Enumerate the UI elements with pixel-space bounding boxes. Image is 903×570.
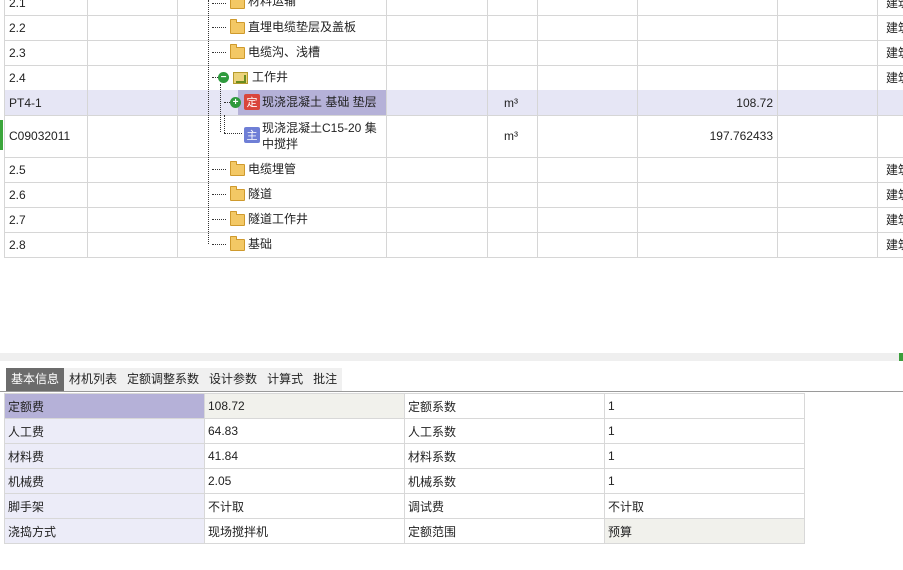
prop-value[interactable]: 1 xyxy=(604,443,805,469)
prop-label: 定额范围 xyxy=(404,518,605,544)
code-cell: C09032011 xyxy=(4,115,88,157)
prop-label: 材料费 xyxy=(4,443,205,469)
prop-value[interactable]: 1 xyxy=(604,468,805,494)
prop-label: 人工系数 xyxy=(404,418,605,444)
folder-icon xyxy=(230,236,245,251)
prop-value[interactable]: 2.05 xyxy=(204,468,405,494)
prop-label: 人工费 xyxy=(4,418,205,444)
code-cell: 2.7 xyxy=(4,207,88,232)
name-cell[interactable]: 电缆埋管 xyxy=(178,157,387,182)
type-cell: 建筑 xyxy=(878,232,903,257)
code-cell: 2.2 xyxy=(4,15,88,40)
table-row[interactable]: 2.7 隧道工作井 建筑 xyxy=(4,207,903,233)
code-cell: 2.8 xyxy=(4,232,88,257)
property-table: 定额费 108.72 定额系数 1 人工费 64.83 人工系数 1 材料费 4… xyxy=(4,393,805,544)
name-cell[interactable]: − 工作井 xyxy=(178,65,387,90)
zhu-badge-icon: 主 xyxy=(244,127,260,143)
collapse-icon[interactable]: − xyxy=(218,72,229,83)
tree-line xyxy=(220,84,221,132)
prop-label: 脚手架 xyxy=(4,493,205,519)
tab-formula[interactable]: 计算式 xyxy=(262,368,309,391)
table-row[interactable]: 2.5 电缆埋管 建筑 xyxy=(4,157,903,183)
type-cell: 建筑 xyxy=(878,0,903,15)
prop-label: 材料系数 xyxy=(404,443,605,469)
prop-value[interactable]: 现场搅拌机 xyxy=(204,518,405,544)
prop-row: 浇捣方式 现场搅拌机 定额范围 预算 xyxy=(4,518,805,544)
code-cell: 2.1 xyxy=(4,0,88,15)
prop-label: 机械费 xyxy=(4,468,205,494)
prop-value[interactable]: 不计取 xyxy=(604,493,805,519)
prop-value[interactable]: 108.72 xyxy=(204,393,405,419)
table-row[interactable]: 2.2 直埋电缆垫层及盖板 建筑 xyxy=(4,15,903,41)
horizontal-scrollbar[interactable] xyxy=(0,353,903,361)
prop-row: 定额费 108.72 定额系数 1 xyxy=(4,393,805,419)
prop-value[interactable]: 预算 xyxy=(604,518,805,544)
folder-icon xyxy=(230,186,245,201)
type-cell: 建筑 xyxy=(878,182,903,207)
folder-icon xyxy=(230,19,245,34)
tree-line xyxy=(208,0,209,244)
folder-icon xyxy=(230,0,245,9)
unit-cell: m³ xyxy=(488,115,538,157)
unit-cell: m³ xyxy=(488,90,538,115)
table-row[interactable]: C09032011 主 现浇混凝土C15-20 集 中搅拌 m³ 197.762… xyxy=(4,115,903,158)
name-cell[interactable]: 材料运输 xyxy=(178,0,387,15)
table-row[interactable]: 2.3 电缆沟、浅槽 建筑 xyxy=(4,40,903,66)
folder-icon xyxy=(230,44,245,59)
table-row-selected[interactable]: PT4-1 + 定 现浇混凝土 基础 垫层 m³ 108.72 xyxy=(4,90,903,116)
scroll-marker xyxy=(899,353,903,361)
prop-value[interactable]: 64.83 xyxy=(204,418,405,444)
folder-icon xyxy=(230,211,245,226)
table-row[interactable]: 2.6 隧道 建筑 xyxy=(4,182,903,208)
tab-basic-info[interactable]: 基本信息 xyxy=(6,368,65,391)
prop-label: 调试费 xyxy=(404,493,605,519)
table-row[interactable]: 2.4 − 工作井 建筑 xyxy=(4,65,903,91)
folder-icon xyxy=(230,161,245,176)
code-cell: 2.4 xyxy=(4,65,88,90)
tab-notes[interactable]: 批注 xyxy=(308,368,343,391)
name-cell[interactable]: 基础 xyxy=(178,232,387,257)
name-cell[interactable]: + 定 现浇混凝土 基础 垫层 xyxy=(178,90,387,115)
code-cell: PT4-1 xyxy=(4,90,88,115)
prop-label: 定额费 xyxy=(4,393,205,419)
prop-row: 材料费 41.84 材料系数 1 xyxy=(4,443,805,469)
prop-label: 定额系数 xyxy=(404,393,605,419)
type-cell: 建筑 xyxy=(878,65,903,90)
prop-row: 机械费 2.05 机械系数 1 xyxy=(4,468,805,494)
value-cell: 197.762433 xyxy=(638,115,778,157)
table-row[interactable]: 2.1 材料运输 建筑 xyxy=(4,0,903,16)
value-cell: 108.72 xyxy=(638,90,778,115)
prop-value[interactable]: 1 xyxy=(604,418,805,444)
name-cell[interactable]: 隧道 xyxy=(178,182,387,207)
open-folder-icon xyxy=(233,72,248,84)
type-cell: 建筑 xyxy=(878,157,903,182)
type-cell: 建筑 xyxy=(878,40,903,65)
name-cell[interactable]: 电缆沟、浅槽 xyxy=(178,40,387,65)
ding-badge-icon: 定 xyxy=(244,94,260,110)
table-row[interactable]: 2.8 基础 建筑 xyxy=(4,232,903,258)
tab-quota-adjust[interactable]: 定额调整系数 xyxy=(122,368,205,391)
type-cell: 建筑 xyxy=(878,207,903,232)
detail-tabs: 基本信息 材机列表 定额调整系数 设计参数 计算式 批注 xyxy=(6,368,343,391)
item-grid: 2.1 材料运输 建筑 2.2 直埋电缆垫层及盖板 建筑 2.3 xyxy=(0,0,903,258)
expand-icon[interactable]: + xyxy=(230,97,241,108)
tab-design-params[interactable]: 设计参数 xyxy=(204,368,263,391)
tab-material-list[interactable]: 材机列表 xyxy=(64,368,123,391)
prop-value[interactable]: 41.84 xyxy=(204,443,405,469)
prop-value[interactable]: 1 xyxy=(604,393,805,419)
prop-label: 浇捣方式 xyxy=(4,518,205,544)
type-cell: 建筑 xyxy=(878,15,903,40)
name-cell[interactable]: 隧道工作井 xyxy=(178,207,387,232)
prop-value[interactable]: 不计取 xyxy=(204,493,405,519)
code-cell: 2.5 xyxy=(4,157,88,182)
name-cell[interactable]: 主 现浇混凝土C15-20 集 中搅拌 xyxy=(178,115,387,157)
name-cell[interactable]: 直埋电缆垫层及盖板 xyxy=(178,15,387,40)
code-cell: 2.6 xyxy=(4,182,88,207)
prop-row: 人工费 64.83 人工系数 1 xyxy=(4,418,805,444)
code-cell: 2.3 xyxy=(4,40,88,65)
splitter-handle[interactable] xyxy=(0,120,3,150)
prop-label: 机械系数 xyxy=(404,468,605,494)
prop-row: 脚手架 不计取 调试费 不计取 xyxy=(4,493,805,519)
